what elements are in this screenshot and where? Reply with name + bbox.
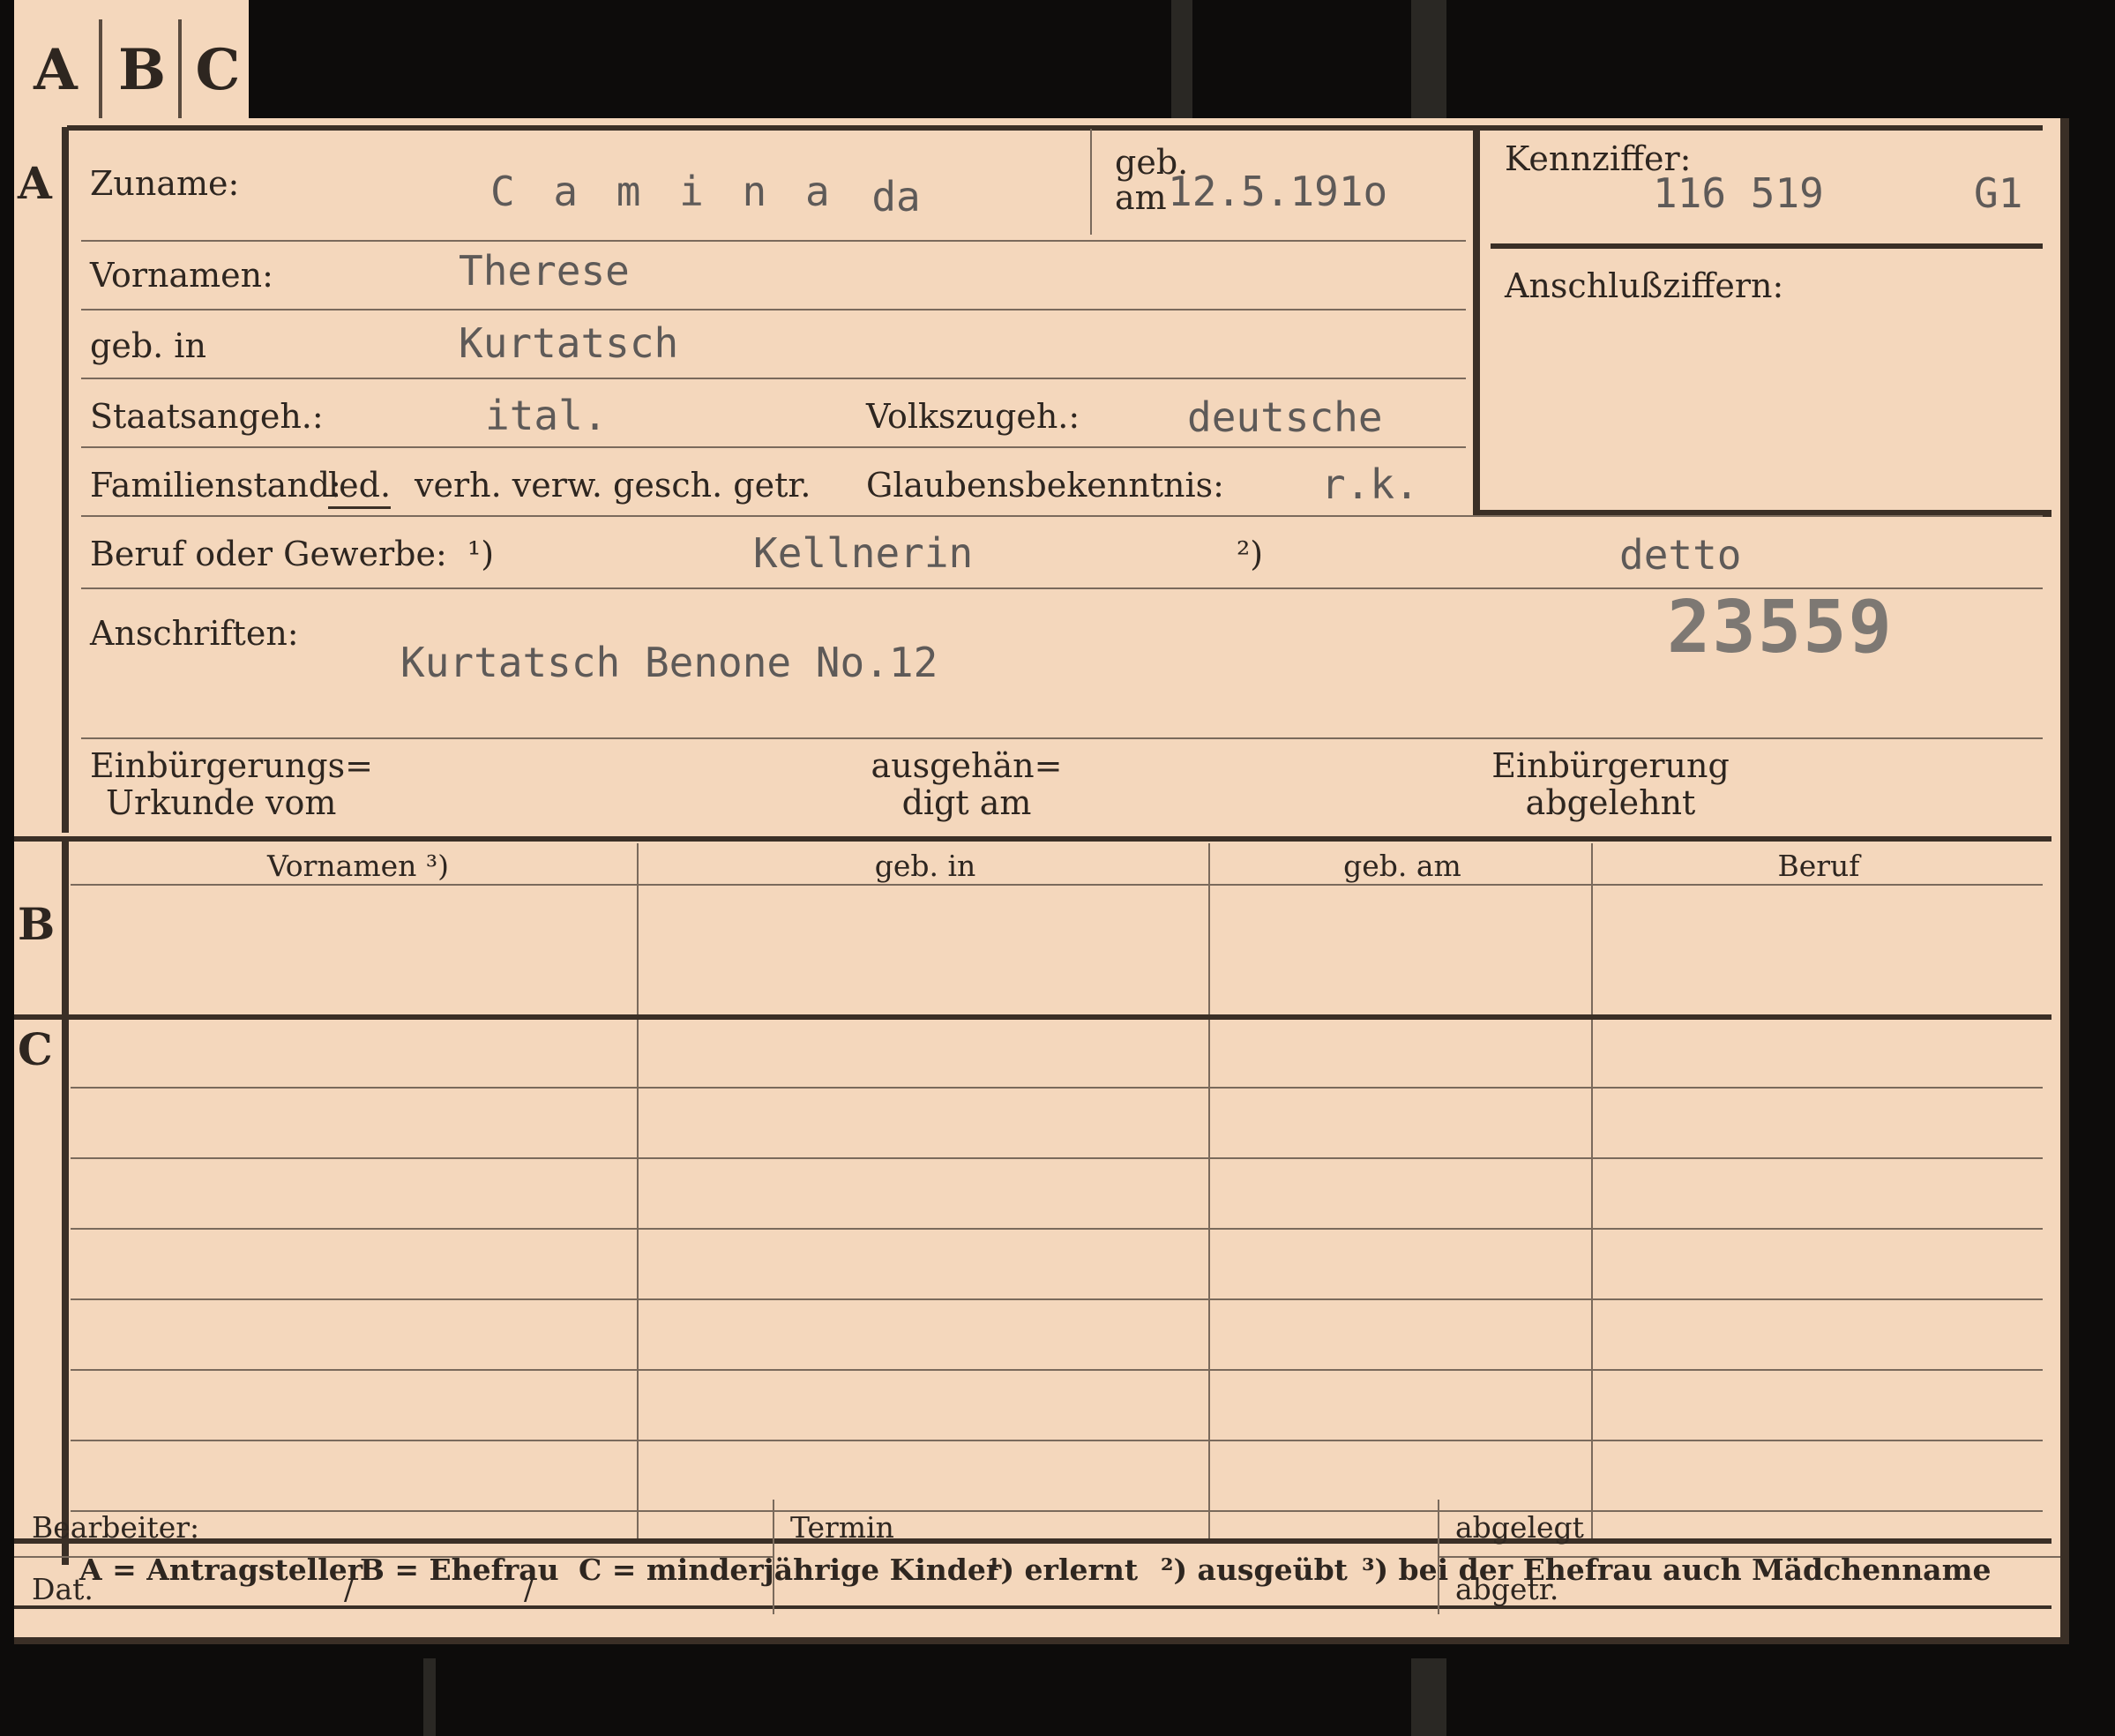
label-geb-in: geb. in bbox=[90, 326, 206, 365]
row-rule bbox=[81, 737, 2043, 739]
value-glaubensbekenntnis: r.k. bbox=[1321, 460, 1419, 508]
label-zuname: Zuname: bbox=[90, 164, 240, 203]
familienstand-option-ledig: led. bbox=[328, 466, 392, 509]
footer-label-abgetr: abgetr. bbox=[1455, 1572, 1559, 1606]
label-ausgehaendigt-1: ausgehän= bbox=[871, 746, 1063, 785]
table-row-rule bbox=[71, 1298, 2043, 1300]
abc-tab: A B C bbox=[14, 0, 249, 129]
footer-area: Bearbeiter: Dat. / / Termin abgelegt abg… bbox=[14, 1500, 2060, 1614]
familienstand-options-other: verh. verw. gesch. getr. bbox=[415, 466, 811, 505]
label-beruf: Beruf oder Gewerbe: bbox=[90, 535, 447, 573]
footnote-marker-2: ²) bbox=[1237, 535, 1264, 573]
table-col-divider bbox=[637, 1030, 639, 1540]
table-col-divider bbox=[1591, 843, 1593, 1540]
value-beruf-ausgeuebt: detto bbox=[1619, 531, 1742, 579]
value-kennziffer-code: G1 bbox=[1974, 169, 2023, 217]
tab-letter-b: B bbox=[117, 37, 167, 103]
left-margin-rule bbox=[62, 127, 69, 833]
footer-row-rule bbox=[14, 1556, 773, 1558]
value-staatsangeh: ital. bbox=[485, 392, 608, 439]
label-familienstand: Familienstand: bbox=[90, 466, 341, 505]
row-rule bbox=[81, 309, 1466, 311]
table-header-rule bbox=[71, 884, 2043, 886]
value-beruf-erlernt: Kellnerin bbox=[753, 529, 974, 577]
section-c-top-rule bbox=[14, 1014, 2051, 1020]
label-einbuergerung-urkunde-1: Einbürgerungs= bbox=[90, 746, 373, 785]
value-zuname-part1: C a m i n a bbox=[490, 168, 837, 215]
table-col-divider bbox=[1208, 843, 1210, 1540]
registration-card: A B C Zuname: C a m i n a da geb. am 12.… bbox=[14, 118, 2069, 1644]
film-streak bbox=[1171, 0, 1192, 118]
col-header-geb-am: geb. am bbox=[1343, 849, 1461, 883]
value-zuname-part2: da bbox=[871, 173, 921, 221]
footer-label-abgelegt: abgelegt bbox=[1455, 1510, 1584, 1545]
tab-letter-c: C bbox=[195, 37, 241, 103]
kennziffer-box-left bbox=[1473, 125, 1480, 513]
row-rule bbox=[81, 446, 1466, 448]
film-streak bbox=[423, 1658, 436, 1736]
row-rule bbox=[81, 240, 1466, 242]
table-row-rule bbox=[71, 1087, 2043, 1089]
stamp-number: 23559 bbox=[1667, 586, 1894, 670]
label-glaubensbekenntnis: Glaubensbekenntnis: bbox=[866, 466, 1224, 505]
label-einbuergerung-abgelehnt-1: Einbürgerung bbox=[1491, 746, 1730, 785]
footer-col-divider bbox=[773, 1500, 774, 1614]
label-volkszugeh: Volkszugeh.: bbox=[866, 397, 1080, 436]
footer-label-termin: Termin bbox=[790, 1510, 894, 1545]
section-letter-c: C bbox=[18, 1023, 53, 1075]
table-row-rule bbox=[71, 1440, 2043, 1441]
label-ausgehaendigt-2: digt am bbox=[901, 783, 1032, 822]
value-volkszugeh: deutsche bbox=[1187, 393, 1383, 441]
footer-col-divider bbox=[1438, 1500, 1439, 1614]
kennziffer-box-divider bbox=[1491, 243, 2043, 249]
film-streak bbox=[1411, 1658, 1446, 1736]
value-geb-in: Kurtatsch bbox=[459, 319, 679, 367]
top-rule bbox=[67, 125, 2043, 131]
table-row-rule bbox=[71, 1369, 2043, 1371]
footer-row-rule bbox=[1439, 1556, 2060, 1558]
col-header-beruf: Beruf bbox=[1777, 849, 1860, 883]
label-anschlussziffern: Anschlußziffern: bbox=[1505, 266, 1784, 305]
section-letter-a: A bbox=[18, 157, 52, 209]
film-streak bbox=[1411, 0, 1446, 118]
label-einbuergerung-urkunde-2: Urkunde vom bbox=[106, 783, 337, 822]
footnote-marker-1: ¹) bbox=[467, 535, 495, 573]
tab-divider bbox=[99, 19, 102, 123]
section-letter-b: B bbox=[18, 898, 56, 950]
row-rule bbox=[81, 378, 1466, 379]
row-rule bbox=[81, 515, 2043, 517]
divider-geb-am bbox=[1090, 129, 1092, 235]
col-header-vornamen: Vornamen ³) bbox=[266, 849, 450, 883]
label-staatsangeh: Staatsangeh.: bbox=[90, 397, 324, 436]
tab-letter-a: A bbox=[34, 37, 78, 103]
value-geb-am: 12.5.191o bbox=[1168, 168, 1388, 215]
section-b-top-rule bbox=[14, 836, 2051, 842]
col-header-geb-in: geb. in bbox=[874, 849, 976, 883]
footer-date-slash: / bbox=[524, 1572, 534, 1606]
label-einbuergerung-abgelehnt-2: abgelehnt bbox=[1525, 783, 1696, 822]
footer-label-dat: Dat. bbox=[32, 1572, 93, 1606]
value-anschrift: Kurtatsch Benone No.12 bbox=[400, 639, 938, 686]
value-zuname: C a m i n a da bbox=[490, 168, 921, 221]
footer-date-slash: / bbox=[344, 1572, 355, 1606]
label-vornamen: Vornamen: bbox=[90, 256, 273, 295]
label-geb-am-bottom: am bbox=[1115, 178, 1167, 217]
left-margin-rule bbox=[62, 842, 69, 1565]
value-vornamen: Therese bbox=[459, 247, 630, 295]
table-row-rule bbox=[71, 1157, 2043, 1159]
footer-label-bearbeiter: Bearbeiter: bbox=[32, 1510, 200, 1545]
label-anschriften: Anschriften: bbox=[90, 614, 299, 653]
value-kennziffer-number: 116 519 bbox=[1653, 169, 1824, 217]
table-row-rule bbox=[71, 1228, 2043, 1230]
